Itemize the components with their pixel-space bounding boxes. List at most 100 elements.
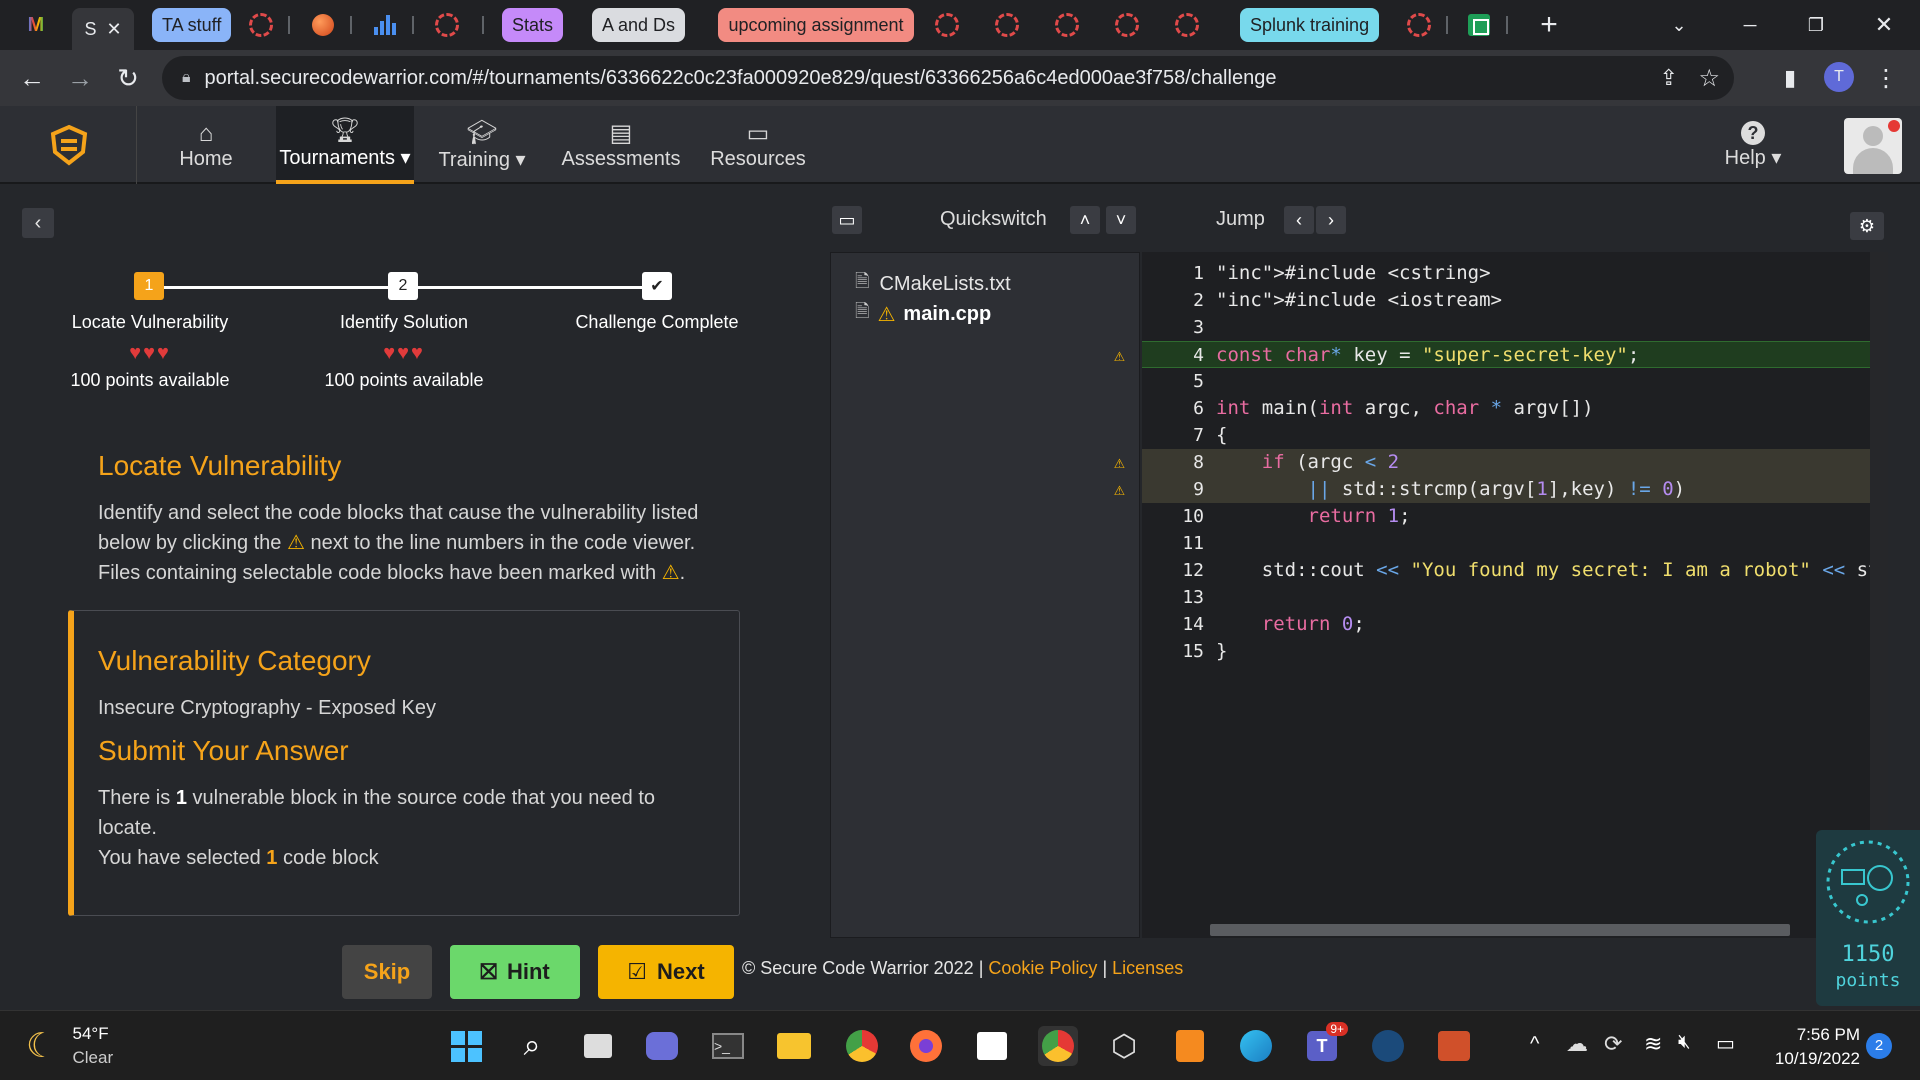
- windows-taskbar: ☾ 54°F Clear ⌕ >_ ⬡ T 9+ ^ ☁ ⟳ ≋ 🔇︎ ▭ 7:…: [0, 1010, 1920, 1080]
- chrome-canary-icon[interactable]: [842, 1026, 882, 1066]
- user-avatar[interactable]: [1844, 118, 1902, 174]
- warning-icon[interactable]: ⚠: [1114, 342, 1125, 369]
- tab-sheets[interactable]: [1462, 8, 1496, 42]
- nav-tournaments[interactable]: 🏆︎ Tournaments ▾: [276, 106, 414, 184]
- active-tab-label: S: [84, 18, 97, 39]
- forward-icon[interactable]: →: [64, 62, 96, 94]
- settings-gear-icon[interactable]: ⚙: [1850, 212, 1884, 240]
- scw-logo[interactable]: [48, 124, 90, 166]
- turtle-app-icon[interactable]: [1434, 1026, 1474, 1066]
- next-button[interactable]: ☑ Next: [598, 945, 734, 999]
- nav-assessments[interactable]: ▤ Assessments: [560, 106, 682, 184]
- challenge-panel: ‹ 1 2 ✔ Locate Vulnerability Identify So…: [0, 186, 820, 1010]
- notification-count[interactable]: 2: [1866, 1033, 1892, 1059]
- chrome-icon[interactable]: [1038, 1026, 1078, 1066]
- skip-button[interactable]: Skip: [342, 945, 432, 999]
- close-window-icon[interactable]: ✕: [1864, 8, 1904, 42]
- chat-icon[interactable]: [642, 1026, 682, 1066]
- code-line[interactable]: ⚠ 4 const char* key = "super-secret-key";: [1114, 341, 1888, 368]
- tab-active[interactable]: S ✕: [72, 8, 134, 50]
- back-icon[interactable]: ←: [16, 62, 48, 94]
- nav-help[interactable]: ? Help ▾: [1718, 106, 1788, 184]
- close-tab-icon[interactable]: ✕: [106, 19, 121, 40]
- file-item-cmakelists[interactable]: 🗎︎ CMakeLists.txt: [855, 269, 1011, 299]
- minimize-icon[interactable]: ─: [1730, 8, 1770, 42]
- jump-next-icon[interactable]: ›: [1316, 206, 1346, 234]
- tab-seal-4[interactable]: [990, 8, 1024, 42]
- jump-prev-icon[interactable]: ‹: [1284, 206, 1314, 234]
- quickswitch-down-icon[interactable]: ˅: [1106, 206, 1136, 234]
- tab-group-a-and-ds[interactable]: A and Ds: [592, 8, 686, 42]
- url-text: portal.securecodewarrior.com/#/tournamen…: [204, 66, 1277, 89]
- tab-search-icon[interactable]: ⌄: [1662, 8, 1696, 42]
- weather-widget[interactable]: ☾ 54°F Clear: [26, 1021, 113, 1071]
- tab-seal-6[interactable]: [1110, 8, 1144, 42]
- tab-analytics[interactable]: [368, 8, 402, 42]
- nav-resources-label: Resources: [710, 147, 806, 170]
- home-icon: ⌂: [198, 119, 214, 147]
- profile-avatar[interactable]: T: [1824, 62, 1854, 92]
- firefox-icon[interactable]: [906, 1026, 946, 1066]
- sync-icon[interactable]: ⟳: [1604, 1031, 1622, 1057]
- tab-seal-2[interactable]: [430, 8, 464, 42]
- teams-icon[interactable]: T 9+: [1302, 1022, 1348, 1066]
- tab-group-upcoming-assignment[interactable]: upcoming assignment: [718, 8, 914, 42]
- steam-icon[interactable]: [1368, 1026, 1408, 1066]
- collapse-panel-button[interactable]: ‹: [22, 208, 54, 238]
- url-bar[interactable]: 🔒︎ portal.securecodewarrior.com/#/tourna…: [162, 56, 1734, 100]
- hint-button[interactable]: ⛝ Hint: [450, 945, 580, 999]
- tab-seal-5[interactable]: [1050, 8, 1084, 42]
- code-line[interactable]: ⚠ 8 if (argc < 2: [1114, 449, 1888, 476]
- start-icon[interactable]: [446, 1026, 486, 1066]
- file-explorer-icon[interactable]: [774, 1026, 814, 1066]
- task-view-icon[interactable]: [578, 1026, 618, 1066]
- microsoft-store-icon[interactable]: [972, 1026, 1012, 1066]
- wifi-icon[interactable]: ≋: [1644, 1031, 1662, 1057]
- file-item-main-cpp[interactable]: 🗎︎ ⚠ main.cpp: [855, 299, 991, 329]
- restore-icon[interactable]: ❐: [1796, 8, 1836, 42]
- cookie-policy-link[interactable]: Cookie Policy: [988, 958, 1097, 978]
- code-line: 5: [1142, 368, 1888, 395]
- battery-icon[interactable]: ▭: [1716, 1031, 1735, 1056]
- tab-orange[interactable]: [306, 8, 340, 42]
- tab-seal-7[interactable]: [1170, 8, 1204, 42]
- sublime-text-icon[interactable]: [1170, 1026, 1210, 1066]
- code-text: "inc">#include <cstring>: [1216, 262, 1491, 284]
- nav-resources[interactable]: ▭ Resources: [708, 106, 808, 184]
- share-icon[interactable]: ⇪: [1660, 65, 1678, 91]
- quickswitch-up-icon[interactable]: ˄: [1070, 206, 1100, 234]
- side-panel-icon[interactable]: ▮: [1774, 62, 1806, 94]
- tab-gmail[interactable]: M: [18, 8, 54, 42]
- browser-menu-icon[interactable]: ⋮: [1870, 62, 1902, 94]
- clock[interactable]: 7:56 PM 10/19/2022: [1756, 1023, 1860, 1071]
- file-icon: 🗎︎: [855, 271, 870, 291]
- warning-icon[interactable]: ⚠: [1114, 476, 1125, 503]
- step-1-number: 1: [134, 272, 164, 300]
- unity-icon[interactable]: ⬡: [1104, 1026, 1144, 1066]
- tab-group-ta-stuff[interactable]: TA stuff: [152, 8, 232, 42]
- maximize-editor-icon[interactable]: ▭: [832, 206, 862, 234]
- licenses-link[interactable]: Licenses: [1112, 958, 1183, 978]
- tab-seal-8[interactable]: [1402, 8, 1436, 42]
- horizontal-scrollbar[interactable]: [1210, 924, 1790, 936]
- tab-seal-1[interactable]: [244, 8, 278, 42]
- bookmark-star-icon[interactable]: ☆: [1698, 64, 1720, 93]
- warning-icon[interactable]: ⚠: [1114, 449, 1125, 476]
- edge-icon[interactable]: [1236, 1026, 1276, 1066]
- nav-training[interactable]: 🎓︎ Training ▾: [432, 106, 532, 184]
- code-line[interactable]: ⚠ 9 || std::strcmp(argv[1],key) != 0): [1114, 476, 1888, 503]
- nav-home[interactable]: ⌂ Home: [166, 106, 246, 184]
- terminal-icon[interactable]: >_: [708, 1026, 748, 1066]
- reload-icon[interactable]: ↻: [112, 62, 144, 94]
- line-number: 14: [1182, 614, 1204, 635]
- trophy-icon: 🏆︎: [329, 116, 361, 144]
- search-icon[interactable]: ⌕: [512, 1026, 552, 1066]
- onedrive-icon[interactable]: ☁: [1566, 1031, 1588, 1057]
- volume-muted-icon[interactable]: 🔇︎: [1678, 1031, 1691, 1054]
- tab-group-splunk-training[interactable]: Splunk training: [1240, 8, 1380, 42]
- new-tab-button[interactable]: +: [1532, 8, 1566, 42]
- code-text: {: [1216, 424, 1228, 446]
- tab-group-stats[interactable]: Stats: [502, 8, 564, 42]
- tab-seal-3[interactable]: [930, 8, 964, 42]
- tray-overflow-icon[interactable]: ^: [1530, 1033, 1539, 1056]
